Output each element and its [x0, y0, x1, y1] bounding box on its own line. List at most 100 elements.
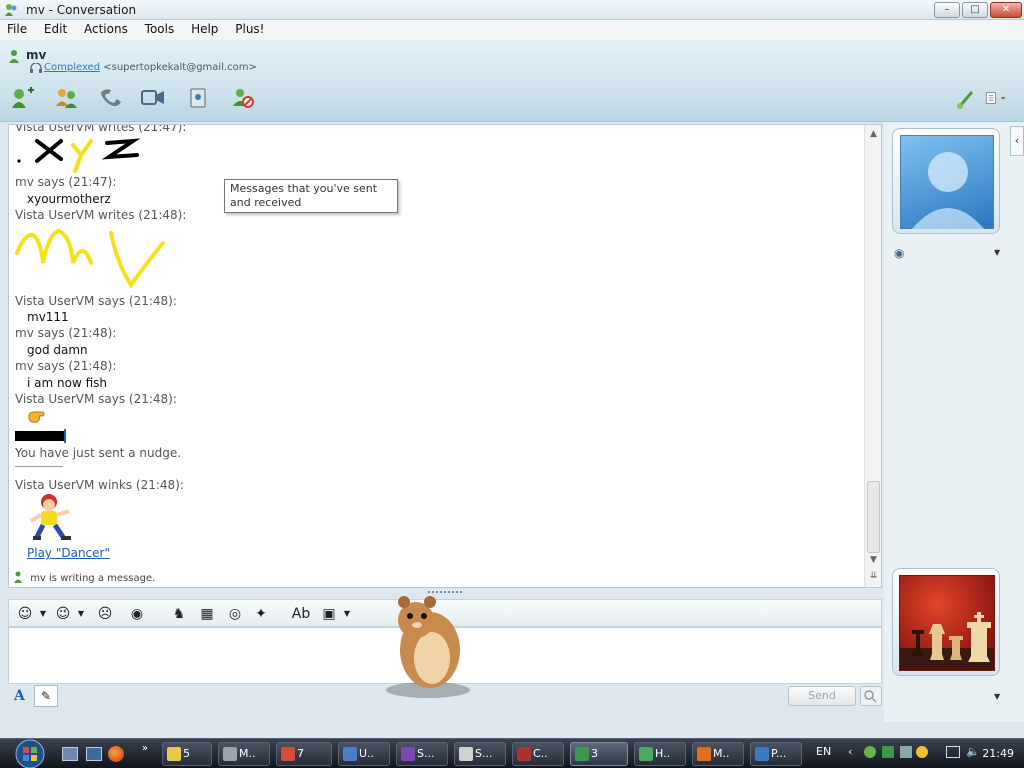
- call-icon[interactable]: [98, 86, 124, 110]
- start-button[interactable]: [4, 739, 48, 768]
- dancer-wink-icon: [29, 494, 71, 540]
- volume-icon[interactable]: 🔈: [966, 745, 980, 758]
- menu-actions[interactable]: Actions: [77, 20, 134, 36]
- sender-line: mv says (21:48):: [15, 359, 117, 373]
- background-icon[interactable]: ▦: [197, 604, 217, 624]
- menu-edit[interactable]: Edit: [37, 20, 73, 36]
- clock[interactable]: 21:49: [982, 747, 1014, 760]
- show-desktop-icon[interactable]: [62, 747, 78, 761]
- layout-options-icon[interactable]: [984, 86, 1010, 110]
- more-options-dropdown-icon[interactable]: ▼: [337, 604, 357, 624]
- my-display-picture[interactable]: [892, 568, 1000, 676]
- menu-help[interactable]: Help: [184, 20, 224, 36]
- task-item[interactable]: M..: [218, 742, 270, 766]
- history-tooltip: Messages that you've sent and received: [224, 179, 398, 213]
- task-item[interactable]: S...: [396, 742, 448, 766]
- collapse-panel-icon[interactable]: ‹: [1010, 126, 1024, 156]
- conversation-scrollbar[interactable]: ▲ ▼ ⇊: [864, 125, 881, 587]
- firefox-icon[interactable]: [108, 746, 124, 762]
- menu-file[interactable]: File: [0, 20, 33, 36]
- picture-options-dropdown-icon[interactable]: ▼: [994, 248, 1000, 257]
- task-item[interactable]: M..: [692, 742, 744, 766]
- scroll-up-icon[interactable]: ▲: [865, 129, 881, 143]
- activities-icon[interactable]: [186, 86, 212, 110]
- thumbs-emoticon-icon: [28, 411, 45, 423]
- tray-app-icon[interactable]: [900, 746, 912, 758]
- nudge-divider: [15, 431, 65, 441]
- network-icon[interactable]: [946, 746, 960, 758]
- sound-icon[interactable]: ◎: [225, 604, 245, 624]
- app-icon: [639, 747, 653, 761]
- messenger-tray-icon[interactable]: [864, 746, 876, 758]
- emoticon-dropdown-icon[interactable]: ▼: [33, 604, 53, 624]
- scroll-thumb[interactable]: [867, 481, 880, 553]
- task-item[interactable]: U..: [338, 742, 390, 766]
- language-indicator[interactable]: EN: [816, 745, 831, 758]
- send-file-icon[interactable]: ✦: [251, 604, 271, 624]
- send-button[interactable]: Send: [788, 686, 856, 706]
- task-item[interactable]: H..: [634, 742, 686, 766]
- chess-pieces-icon: [900, 612, 994, 670]
- app-icon: [697, 747, 711, 761]
- my-picture-options-dropdown-icon[interactable]: ▼: [994, 692, 1000, 701]
- wink-dropdown-icon[interactable]: ▼: [71, 604, 91, 624]
- task-item[interactable]: C..: [512, 742, 564, 766]
- sender-line: mv says (21:47):: [15, 175, 117, 189]
- headphones-icon: [30, 63, 42, 73]
- search-button[interactable]: [860, 686, 882, 706]
- tray-app-icon[interactable]: [882, 746, 894, 758]
- share-files-icon[interactable]: [54, 86, 80, 110]
- minimize-button[interactable]: –: [934, 2, 960, 18]
- emoticon-icon[interactable]: ☺: [15, 604, 35, 624]
- spell-check-icon[interactable]: Ab: [291, 604, 311, 624]
- wink-icon[interactable]: 😉: [53, 604, 73, 624]
- invite-contact-icon[interactable]: [10, 86, 36, 110]
- messenger-icon: [575, 747, 589, 761]
- maximize-button[interactable]: □: [962, 2, 988, 18]
- task-item[interactable]: 7: [276, 742, 332, 766]
- message-text: xyourmotherz: [27, 192, 111, 206]
- font-icon[interactable]: A: [14, 688, 25, 704]
- tray-expand-icon[interactable]: ‹: [848, 745, 852, 758]
- close-button[interactable]: ✕: [990, 2, 1022, 18]
- nudge-icon[interactable]: ☹: [95, 604, 115, 624]
- play-dancer-link[interactable]: Play "Dancer": [27, 546, 110, 560]
- emoticon-tray-icon[interactable]: [916, 746, 928, 758]
- quick-launch-more-icon[interactable]: »: [142, 743, 148, 754]
- window-title: mv - Conversation: [26, 3, 137, 17]
- menu-tools[interactable]: Tools: [138, 20, 181, 36]
- typing-status: mv is writing a message.: [13, 571, 155, 584]
- conversation-history[interactable]: Vista UserVM writes (21:47): mv says (21…: [8, 124, 882, 588]
- buddy-typing-icon: [14, 571, 22, 583]
- app-icon: [223, 747, 237, 761]
- scroll-down-icon[interactable]: ▼: [865, 555, 881, 569]
- default-user-icon: [911, 152, 985, 230]
- more-options-icon[interactable]: ▣: [319, 604, 339, 624]
- sender-line: Vista UserVM says (21:48):: [15, 294, 177, 308]
- paint-brush-icon[interactable]: [954, 86, 980, 110]
- task-item[interactable]: P...: [750, 742, 802, 766]
- title-bar: mv - Conversation – □ ✕: [0, 0, 1024, 20]
- contact-name: mv: [26, 48, 47, 62]
- contact-subline: Complexed <supertopkekalt@gmail.com>: [30, 62, 257, 73]
- sender-line: Vista UserVM says (21:48):: [15, 392, 177, 406]
- scroll-end-icon[interactable]: ⇊: [865, 571, 881, 585]
- block-contact-icon[interactable]: [230, 86, 256, 110]
- menu-plus[interactable]: Plus!: [228, 20, 270, 36]
- buddy-status-icon: [9, 50, 19, 63]
- voice-clip-icon[interactable]: ◉: [127, 604, 147, 624]
- sender-line: Vista UserVM writes (21:47):: [15, 124, 187, 134]
- message-text: god damn: [27, 343, 88, 357]
- handwriting-icon[interactable]: ✎: [34, 685, 58, 707]
- games-icon[interactable]: ♞: [169, 604, 189, 624]
- webcam-icon[interactable]: ◉: [894, 246, 904, 260]
- switch-windows-icon[interactable]: [86, 747, 102, 761]
- system-tray: EN ‹ 🔈 21:49: [806, 739, 1024, 768]
- contact-display-picture[interactable]: [892, 128, 1000, 234]
- task-item-active[interactable]: 3: [570, 742, 628, 766]
- task-item[interactable]: S...: [454, 742, 506, 766]
- now-playing-link[interactable]: Complexed: [44, 62, 100, 73]
- task-item[interactable]: 5: [162, 742, 212, 766]
- video-call-icon[interactable]: [140, 86, 166, 110]
- compose-bottom-bar: A ✎ Send: [8, 684, 882, 710]
